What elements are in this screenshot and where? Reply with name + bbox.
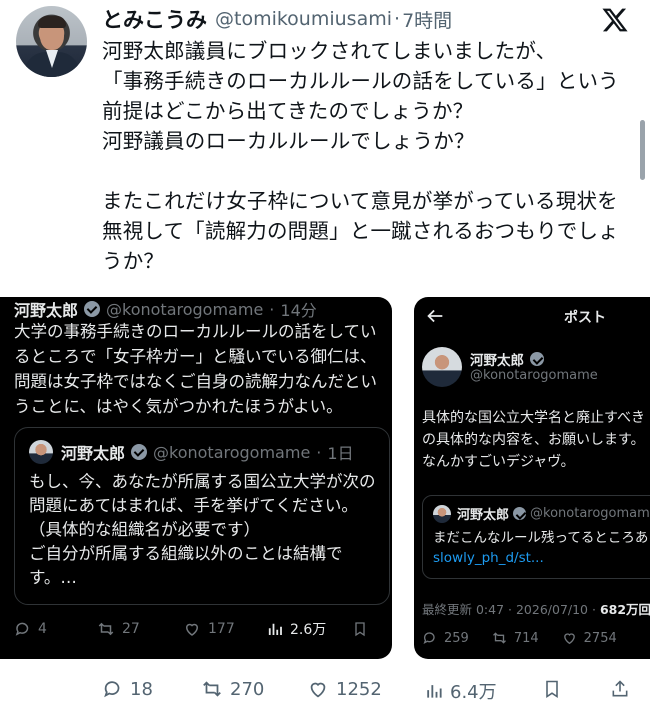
like-count: 1252: [336, 678, 382, 700]
screenshot-quoted-link: slowly_ph_d/st...: [433, 550, 544, 566]
screenshot-author-name: 河野太郎: [14, 301, 79, 320]
retweet-icon: [492, 632, 506, 644]
screenshot-like-count: 177: [208, 621, 235, 637]
screenshot-time: 14分: [280, 301, 317, 320]
screenshot-author-avatar: [422, 347, 462, 387]
screenshot-author-handle: @konotarogomame: [106, 299, 264, 319]
screenshot-retweet-count: 714: [513, 630, 539, 646]
like-icon: [310, 682, 326, 698]
screenshot-reply-stat: 259: [422, 630, 469, 646]
like-icon: [185, 623, 199, 636]
author-handle[interactable]: @tomikoumiusami: [215, 8, 392, 30]
screenshot-tweet-header: 河野太郎 @konotarogomame · 14分: [14, 297, 317, 321]
tweet-text: 河野太郎議員にブロックされてしまいましたが、 「事務手続きのローカルルールの話を…: [102, 39, 619, 273]
quoted-author-name: 河野太郎: [61, 444, 126, 463]
views-icon: [427, 685, 442, 698]
verified-badge-icon: [131, 444, 148, 460]
share-button[interactable]: [610, 678, 630, 700]
screenshot-post-meta: 最終更新 0:47 · 2026/07/10 · 682万回表: [422, 599, 650, 618]
verified-badge-icon: [530, 352, 544, 366]
screenshot-retweet-stat: 714: [491, 630, 539, 646]
reply-icon: [104, 681, 120, 698]
views-icon: [268, 623, 282, 635]
screenshot-reply-count: 259: [444, 630, 469, 646]
quoted-author-handle: @konotarogomame: [153, 442, 311, 462]
reply-button[interactable]: 18: [102, 678, 153, 700]
reply-icon: [423, 632, 435, 645]
tweet-action-bar: 18 270 1252 6.4万: [100, 676, 640, 704]
author-avatar[interactable]: [16, 6, 87, 77]
screenshot-post-date: 最終更新 0:47 · 2026/07/10 ·: [422, 602, 600, 617]
screenshot-quoted-avatar: [433, 504, 451, 523]
reply-icon: [15, 622, 29, 636]
screenshot-quoted-handle: @konotarogomame: [530, 506, 650, 521]
screenshot-reply-count: 4: [38, 621, 47, 637]
x-logo-icon: [602, 8, 628, 32]
verified-badge-icon: [513, 507, 527, 520]
embedded-screenshot-right[interactable]: ポスト 河野太郎 @konotarogomame 具体的な国公立大学名と廃止すべ…: [414, 297, 650, 659]
verified-badge-icon: [84, 301, 101, 317]
screenshot-post-text: 具体的な国公立大学名と廃止すべき の具体的な内容を、お願いします。 なんかすごい…: [422, 410, 646, 470]
screenshot-quoted-name: 河野太郎: [457, 508, 510, 523]
screenshot-quoted-card: 河野太郎 @konotarogomame まだこんなルール残ってるところある s…: [422, 495, 650, 579]
screenshot-like-stat: 2754: [561, 630, 617, 646]
screenshot-views-count: 2.6万: [290, 622, 327, 638]
screenshot-author-name-row: 河野太郎: [470, 349, 544, 369]
screenshot-views-stat: 2.6万: [266, 619, 326, 639]
screenshot-action-bar: 259 714 2754: [422, 627, 650, 649]
screenshot-action-bar: 4 27 177 2.6万: [14, 617, 384, 641]
screenshot-separator: ·: [269, 299, 275, 319]
retweet-icon: [203, 681, 221, 697]
screenshot-retweet-count: 27: [122, 621, 140, 637]
quoted-time: 1日: [327, 444, 354, 463]
like-icon: [563, 633, 575, 645]
screenshot-bookmark-stat: [352, 620, 368, 638]
screenshot-like-stat: 177: [182, 620, 235, 638]
quoted-tweet-text: もし、今、あなたが所属する国公立大学が次の問題にあてはまれば、手を挙げてください…: [29, 472, 376, 587]
screenshot-retweet-stat: 27: [96, 620, 140, 638]
views-button[interactable]: 6.4万: [424, 678, 497, 704]
screenshot-quoted-text-line: まだこんなルール残ってるところある: [433, 530, 650, 546]
like-button[interactable]: 1252: [306, 678, 382, 700]
back-arrow-icon: [427, 309, 443, 323]
tweet-timestamp[interactable]: 7時間: [402, 6, 452, 33]
screenshot-like-count: 2754: [583, 630, 617, 646]
screenshot-quoted-text: まだこんなルール残ってるところある slowly_ph_d/st...: [433, 528, 650, 568]
avatar-hair: [38, 16, 66, 28]
embedded-screenshot-left[interactable]: 河野太郎 @konotarogomame · 14分 大学の事務手続きのローカル…: [0, 297, 392, 659]
screenshot-page-title: ポスト: [564, 310, 606, 326]
header-separator: ·: [394, 8, 401, 30]
tweet-header: とみこうみ @tomikoumiusami · 7時間: [102, 4, 452, 34]
screenshot-quoted-header: 河野太郎 @konotarogomame: [433, 504, 650, 523]
retweet-count: 270: [230, 678, 265, 700]
retweet-icon: [98, 622, 114, 636]
quoted-author-avatar: [29, 440, 53, 464]
quoted-tweet-card: 河野太郎 @konotarogomame · 1日 もし、今、あなたが所属する国…: [14, 427, 390, 605]
bookmark-button[interactable]: [542, 678, 562, 700]
quoted-separator: ·: [316, 442, 322, 462]
screenshot-reply-stat: 4: [14, 620, 47, 638]
screenshot-tweet-text: 大学の事務手続きのローカルルールの話をしているところで「女子枠ガー」と騒いでいる…: [14, 322, 377, 416]
screenshot-author-handle: @konotarogomame: [470, 368, 598, 383]
reply-count: 18: [130, 678, 153, 700]
retweet-button[interactable]: 270: [200, 678, 264, 700]
screenshot-post-views: 682万回表: [599, 602, 650, 617]
bookmark-icon: [546, 680, 558, 698]
quoted-tweet-header: 河野太郎 @konotarogomame · 1日: [29, 438, 354, 466]
author-display-name[interactable]: とみこうみ: [102, 4, 207, 34]
scrollbar[interactable]: [640, 120, 645, 180]
bookmark-icon: [355, 622, 365, 637]
screenshot-author-name: 河野太郎: [470, 353, 524, 369]
share-icon: [612, 680, 628, 697]
views-count: 6.4万: [450, 682, 497, 703]
